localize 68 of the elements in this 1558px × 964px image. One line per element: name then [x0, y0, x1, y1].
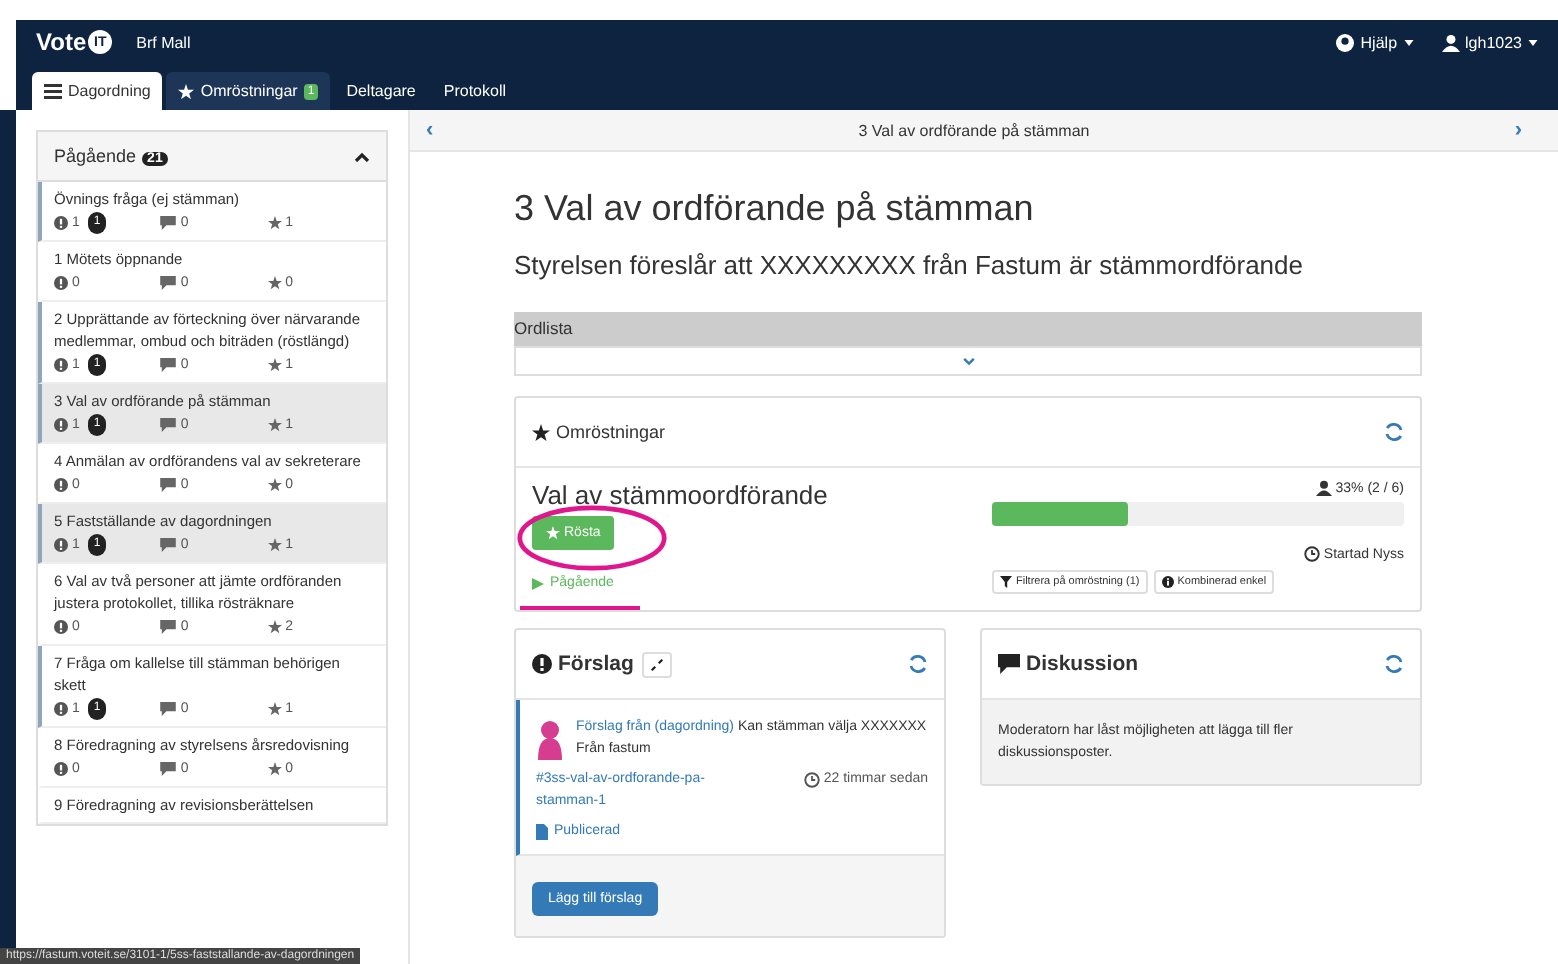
- exclamation-icon: [54, 358, 68, 372]
- info-icon: [1161, 576, 1174, 588]
- star-icon: [267, 478, 282, 492]
- comment-icon: [160, 702, 177, 716]
- play-icon: [532, 577, 544, 589]
- exclamation-icon: [54, 702, 68, 716]
- nav-tab[interactable]: Protokoll: [431, 72, 518, 110]
- poll-title: Val av stämmoordförande: [532, 480, 830, 510]
- refresh-icon[interactable]: [908, 654, 928, 674]
- exclamation-icon: [54, 478, 68, 492]
- clock-icon: [803, 771, 820, 787]
- caret-icon: [1403, 39, 1414, 45]
- star-icon: [546, 526, 560, 540]
- chevron-icon: [961, 357, 975, 365]
- star-icon: [178, 83, 195, 99]
- user-icon: [1315, 480, 1332, 496]
- star-icon: [267, 538, 282, 552]
- panel-title: Förslag: [558, 652, 634, 676]
- comment-icon: [160, 358, 177, 372]
- document-icon: [536, 823, 548, 839]
- panel-title: Diskussion: [1026, 652, 1139, 676]
- exclamation-icon: [54, 538, 68, 552]
- star-icon: [267, 702, 282, 716]
- page-heading: 3 Val av ordförande på stämman: [514, 188, 1036, 230]
- comment-icon: [160, 762, 177, 776]
- expand-icon: [649, 657, 664, 671]
- comment-icon: [160, 620, 177, 634]
- list-icon: [44, 83, 62, 99]
- clock-icon: [1303, 546, 1320, 562]
- comment-icon: [160, 478, 177, 492]
- exclamation-icon: [54, 762, 68, 776]
- organization-name: Brf Mall: [136, 33, 191, 51]
- exclamation-icon: [54, 620, 68, 634]
- avatar-icon: [536, 720, 564, 760]
- expand-button[interactable]: [641, 651, 672, 677]
- panel-title: Omröstningar: [556, 422, 666, 442]
- star-icon: [267, 620, 282, 634]
- exclamation-icon: [532, 654, 552, 674]
- star-icon: [267, 762, 282, 776]
- annotation-underline: [520, 606, 640, 610]
- comment-icon: [160, 418, 177, 432]
- comment-icon: [160, 538, 177, 552]
- glossary-header: Ordlista: [514, 312, 1422, 346]
- next-link[interactable]: ›: [1514, 118, 1522, 142]
- exclamation-icon: [54, 216, 68, 230]
- caret-icon: [1528, 39, 1538, 45]
- user-menu[interactable]: lgh1023: [1441, 33, 1538, 51]
- filter-icon: [1000, 576, 1012, 588]
- exclamation-icon: [54, 276, 68, 290]
- star-icon: [267, 418, 282, 432]
- page-subheading: Styrelsen föreslår att XXXXXXXXX från Fastum är stämmordförande: [514, 250, 1305, 280]
- star-icon: [267, 276, 282, 290]
- nav-tab[interactable]: Dagordning: [32, 72, 163, 110]
- comment-icon: [160, 276, 177, 290]
- pager-title: 3 Val av ordförande på stämman: [858, 121, 1090, 139]
- exclamation-icon: [54, 418, 68, 432]
- user-icon: [1441, 33, 1460, 51]
- comment-icon: [160, 216, 177, 230]
- star-icon: [267, 216, 282, 230]
- marker-icon: [1336, 33, 1355, 51]
- help-menu[interactable]: Hjälp: [1336, 33, 1414, 51]
- refresh-icon[interactable]: [1384, 654, 1404, 674]
- star-icon: [267, 358, 282, 372]
- nav-tab[interactable]: Deltagare: [334, 72, 428, 110]
- star-icon: [532, 423, 550, 441]
- comment-icon: [998, 654, 1020, 674]
- refresh-icon[interactable]: [1384, 422, 1404, 442]
- previous-link[interactable]: ‹: [426, 118, 434, 142]
